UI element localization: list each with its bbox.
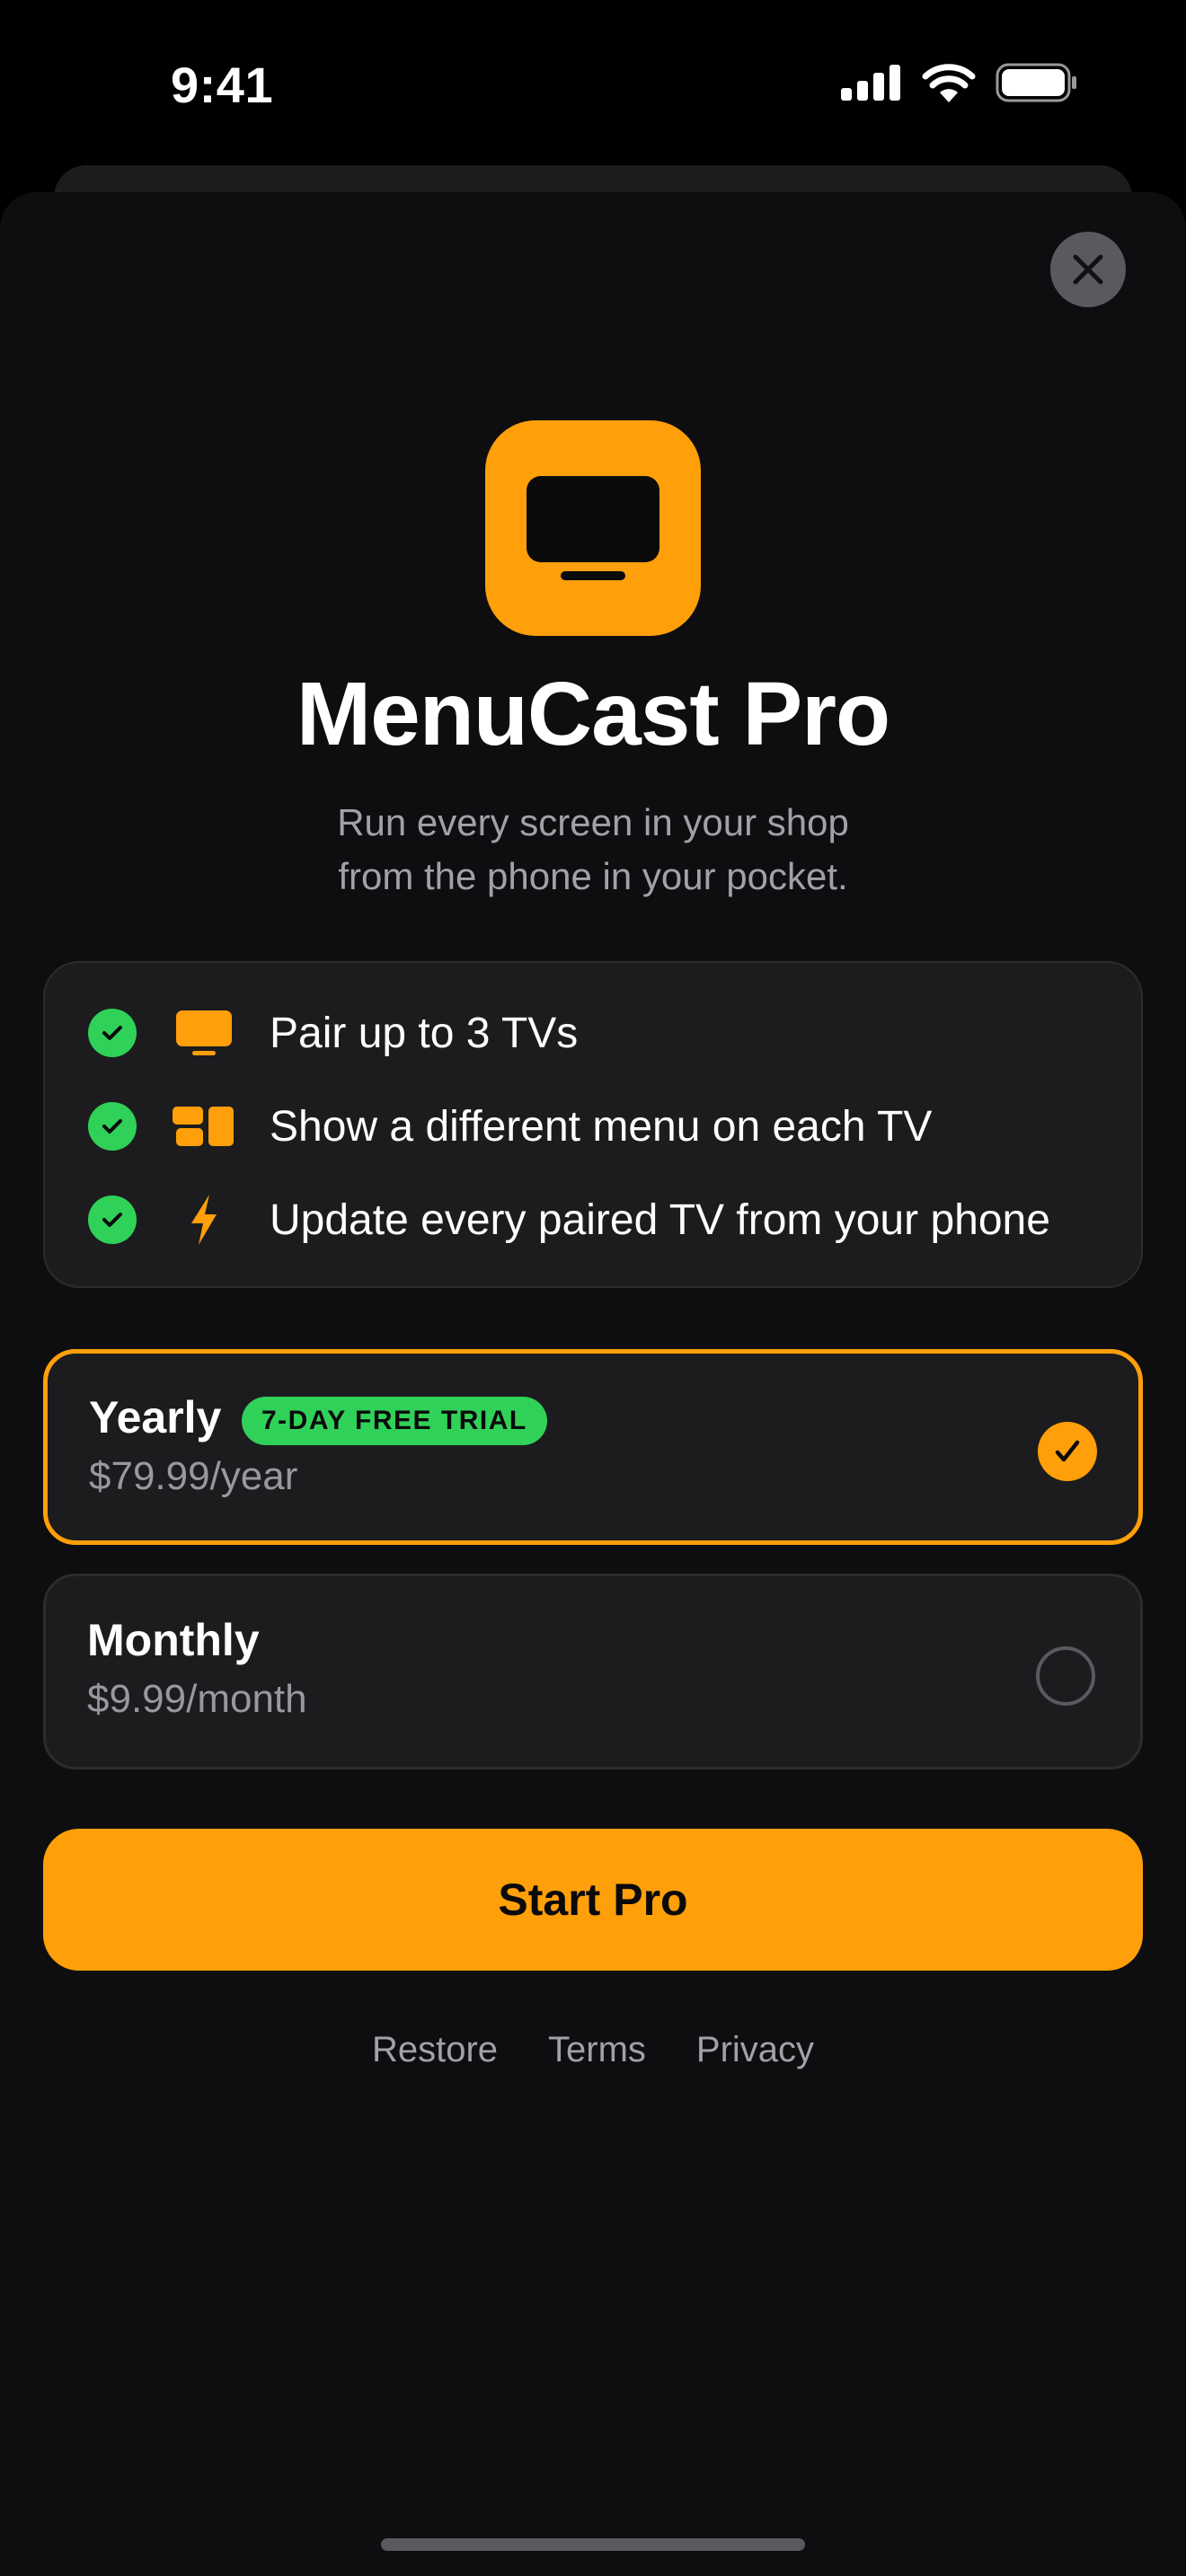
check-icon	[88, 1009, 137, 1057]
plan-option-yearly[interactable]: Yearly 7-DAY FREE TRIAL $79.99/year	[43, 1349, 1143, 1545]
tv-app-icon	[485, 420, 701, 636]
subtitle-line-2: from the phone in your pocket.	[338, 855, 848, 897]
status-icons	[841, 63, 1078, 102]
selected-check-icon	[1038, 1422, 1097, 1481]
footer-links: Restore Terms Privacy	[0, 2030, 1186, 2070]
app-icon-stand	[561, 571, 625, 580]
status-time: 9:41	[171, 57, 274, 113]
plan-name: Monthly	[87, 1615, 260, 1665]
wifi-icon	[922, 64, 976, 102]
plan-price: $9.99/month	[87, 1677, 307, 1721]
plan-price: $79.99/year	[89, 1454, 298, 1498]
plan-option-monthly[interactable]: Monthly $9.99/month	[43, 1574, 1143, 1769]
plan-name: Yearly	[89, 1392, 222, 1442]
feature-row: Show a different menu on each TV	[45, 1080, 1141, 1173]
feature-text: Pair up to 3 TVs	[270, 1009, 579, 1057]
close-icon	[1073, 254, 1103, 285]
terms-link[interactable]: Terms	[548, 2030, 646, 2070]
unselected-radio-icon	[1036, 1646, 1095, 1706]
trial-badge: 7-DAY FREE TRIAL	[242, 1397, 547, 1445]
feature-text: Update every paired TV from your phone	[270, 1195, 1050, 1244]
layout-icon	[173, 1101, 235, 1151]
home-indicator	[381, 2538, 805, 2551]
tv-icon	[173, 1008, 235, 1058]
paywall-screen: 9:41 MenuCast Pro Run every screen in yo…	[0, 0, 1186, 2576]
page-title: MenuCast Pro	[296, 664, 890, 764]
app-icon-screen	[527, 476, 659, 562]
check-icon	[88, 1195, 137, 1244]
page-subtitle: Run every screen in your shop from the p…	[0, 796, 1186, 904]
restore-link[interactable]: Restore	[372, 2030, 498, 2070]
privacy-link[interactable]: Privacy	[696, 2030, 814, 2070]
feature-row: Pair up to 3 TVs	[45, 986, 1141, 1080]
start-pro-button[interactable]: Start Pro	[43, 1829, 1143, 1971]
subtitle-line-1: Run every screen in your shop	[337, 801, 849, 843]
feature-row: Update every paired TV from your phone	[45, 1173, 1141, 1266]
feature-text: Show a different menu on each TV	[270, 1102, 933, 1151]
check-icon	[88, 1102, 137, 1151]
battery-icon	[996, 63, 1076, 102]
bolt-icon	[173, 1195, 235, 1245]
cellular-signal-icon	[841, 65, 900, 101]
close-button[interactable]	[1050, 232, 1126, 307]
features-card: Pair up to 3 TVs Show a different menu o…	[43, 961, 1143, 1288]
